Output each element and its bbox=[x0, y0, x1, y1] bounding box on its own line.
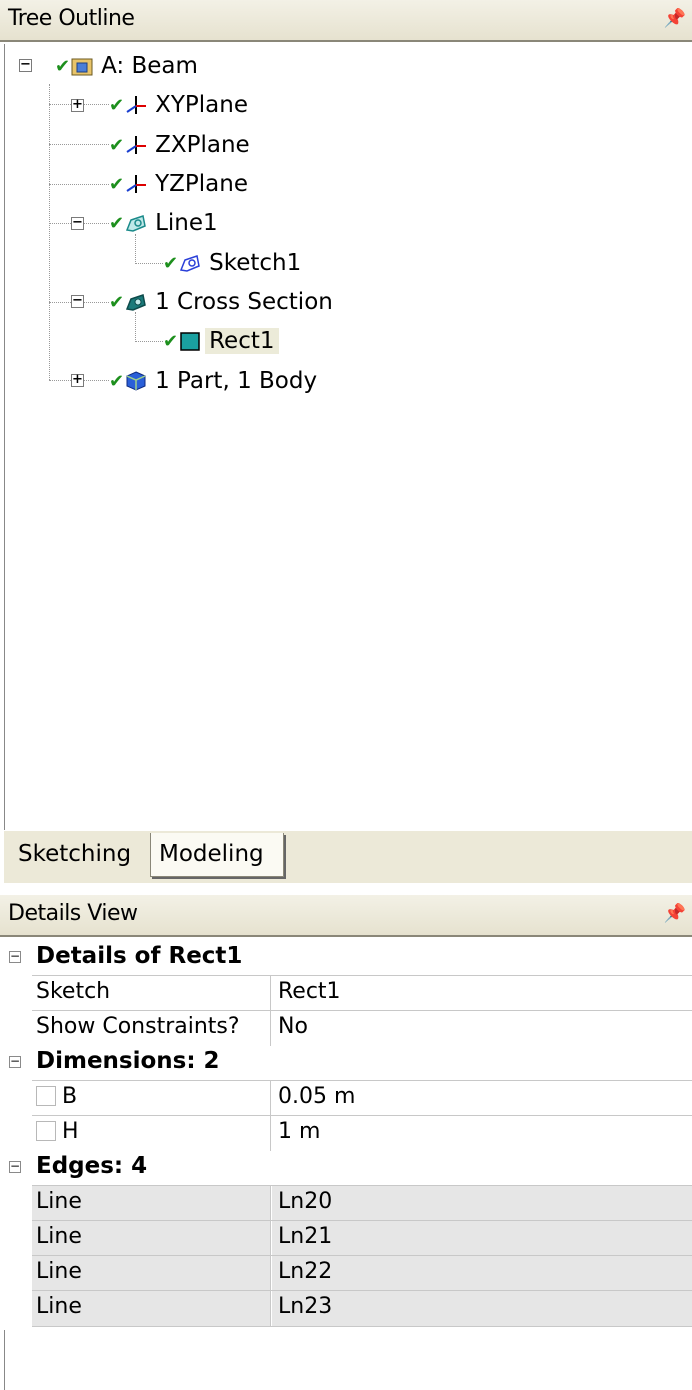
rectangle-section-icon bbox=[179, 330, 201, 352]
collapse-icon[interactable]: − bbox=[9, 1160, 21, 1173]
tree-node-beam[interactable]: ✔ A: Beam bbox=[55, 49, 198, 83]
property-row[interactable]: Line Ln20 bbox=[4, 1185, 692, 1221]
check-icon: ✔ bbox=[109, 212, 125, 234]
check-icon: ✔ bbox=[109, 173, 125, 195]
collapse-toggle[interactable]: − bbox=[71, 294, 84, 308]
pin-icon[interactable]: 📌 bbox=[664, 903, 686, 924]
checkbox[interactable] bbox=[36, 1120, 56, 1141]
group-title: Edges: 4 bbox=[36, 1153, 148, 1179]
expand-toggle[interactable]: + bbox=[71, 98, 84, 112]
property-row[interactable]: Line Ln21 bbox=[4, 1220, 692, 1256]
cross-section-icon bbox=[125, 291, 147, 313]
check-icon: ✔ bbox=[109, 94, 125, 116]
check-icon: ✔ bbox=[109, 370, 125, 392]
tree-outline: − ✔ A: Beam + ✔ XYPlane ✔ ZXPlane ✔ YZPl… bbox=[4, 44, 692, 830]
property-value: Ln21 bbox=[272, 1221, 692, 1256]
plane-axes-icon bbox=[125, 173, 147, 195]
mode-tabs: Sketching Modeling bbox=[4, 830, 692, 883]
tree-node-zxplane[interactable]: ✔ ZXPlane bbox=[109, 128, 250, 162]
tree-connector bbox=[49, 184, 109, 185]
details-grid: − Details of Rect1 Sketch Rect1 Show Con… bbox=[4, 940, 692, 1327]
tree-node-cross-section[interactable]: ✔ 1 Cross Section bbox=[109, 285, 333, 319]
check-icon: ✔ bbox=[55, 55, 71, 77]
group-title: Details of Rect1 bbox=[36, 943, 243, 969]
property-row[interactable]: H 1 m bbox=[4, 1115, 692, 1151]
property-key: Line bbox=[32, 1221, 271, 1256]
property-row[interactable]: Show Constraints? No bbox=[4, 1010, 692, 1046]
details-view-title: Details View bbox=[8, 901, 138, 926]
property-row[interactable]: Line Ln23 bbox=[4, 1290, 692, 1327]
property-value[interactable]: Rect1 bbox=[272, 976, 692, 1011]
tree-node-yzplane[interactable]: ✔ YZPlane bbox=[109, 167, 248, 201]
tree-node-sketch1[interactable]: ✔ Sketch1 bbox=[163, 246, 301, 280]
sketch-icon bbox=[179, 252, 201, 274]
tree-node-label: YZPlane bbox=[155, 171, 248, 197]
panel-border bbox=[4, 1330, 5, 1390]
geometry-icon bbox=[71, 55, 93, 77]
tab-modeling[interactable]: Modeling bbox=[150, 833, 284, 877]
property-key: H bbox=[32, 1116, 271, 1151]
tree-outline-header: Tree Outline 📌 bbox=[0, 0, 692, 42]
tree-node-label: Line1 bbox=[155, 210, 218, 236]
details-group-header[interactable]: − Dimensions: 2 bbox=[4, 1045, 692, 1080]
collapse-icon[interactable]: − bbox=[9, 950, 21, 963]
tree-node-rect1[interactable]: ✔ Rect1 bbox=[163, 324, 279, 358]
property-key: Line bbox=[32, 1291, 271, 1326]
property-key: B bbox=[32, 1081, 271, 1116]
tree-node-xyplane[interactable]: ✔ XYPlane bbox=[109, 88, 248, 122]
collapse-icon[interactable]: − bbox=[9, 1055, 21, 1068]
property-value[interactable]: 1 m bbox=[272, 1116, 692, 1151]
plane-axes-icon bbox=[125, 94, 147, 116]
tree-connector bbox=[135, 263, 163, 264]
tab-sketching[interactable]: Sketching bbox=[10, 833, 150, 877]
property-value: Ln23 bbox=[272, 1291, 692, 1326]
tree-node-label: Sketch1 bbox=[209, 250, 302, 276]
check-icon: ✔ bbox=[163, 252, 179, 274]
tree-node-label: A: Beam bbox=[101, 53, 198, 79]
property-key: Show Constraints? bbox=[32, 1011, 271, 1046]
details-group-header[interactable]: − Edges: 4 bbox=[4, 1150, 692, 1185]
tree-node-label: XYPlane bbox=[155, 92, 248, 118]
plane-axes-icon bbox=[125, 134, 147, 156]
property-key: Line bbox=[32, 1186, 271, 1221]
solid-body-icon bbox=[125, 370, 147, 392]
group-title: Dimensions: 2 bbox=[36, 1048, 220, 1074]
check-icon: ✔ bbox=[109, 291, 125, 313]
checkbox[interactable] bbox=[36, 1085, 56, 1106]
tree-connector bbox=[135, 341, 163, 342]
property-value[interactable]: 0.05 m bbox=[272, 1081, 692, 1116]
details-view-header: Details View 📌 bbox=[0, 895, 692, 937]
property-key: Line bbox=[32, 1256, 271, 1291]
tree-node-label: 1 Cross Section bbox=[155, 289, 333, 315]
collapse-toggle[interactable]: − bbox=[19, 58, 32, 72]
tree-node-part-body[interactable]: ✔ 1 Part, 1 Body bbox=[109, 364, 317, 398]
collapse-toggle[interactable]: − bbox=[71, 216, 84, 230]
tree-connector bbox=[49, 144, 109, 145]
property-row[interactable]: Line Ln22 bbox=[4, 1255, 692, 1291]
tree-connector bbox=[49, 84, 50, 380]
property-key: Sketch bbox=[32, 976, 271, 1011]
property-value: Ln22 bbox=[272, 1256, 692, 1291]
tree-outline-title: Tree Outline bbox=[8, 6, 135, 31]
tree-node-label: Rect1 bbox=[205, 328, 279, 354]
pin-icon[interactable]: 📌 bbox=[664, 8, 686, 29]
check-icon: ✔ bbox=[163, 330, 179, 352]
details-group-header[interactable]: − Details of Rect1 bbox=[4, 940, 692, 975]
property-value: Ln20 bbox=[272, 1186, 692, 1221]
tree-node-label: 1 Part, 1 Body bbox=[155, 368, 318, 394]
tree-node-label: ZXPlane bbox=[155, 132, 250, 158]
property-row[interactable]: B 0.05 m bbox=[4, 1080, 692, 1116]
line-body-icon bbox=[125, 212, 147, 234]
property-row[interactable]: Sketch Rect1 bbox=[4, 975, 692, 1011]
check-icon: ✔ bbox=[109, 134, 125, 156]
expand-toggle[interactable]: + bbox=[71, 373, 84, 387]
property-value[interactable]: No bbox=[272, 1011, 692, 1046]
tree-node-line1[interactable]: ✔ Line1 bbox=[109, 206, 218, 240]
